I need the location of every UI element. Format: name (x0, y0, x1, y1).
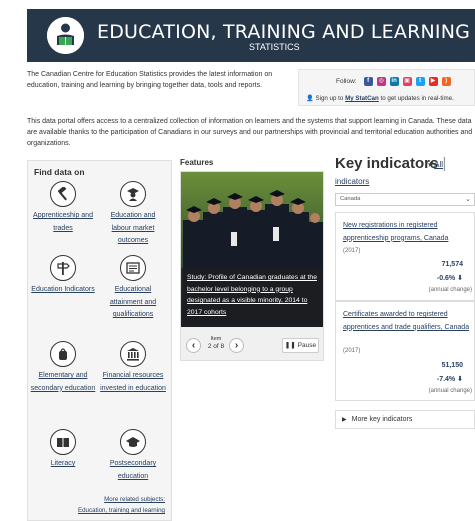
all-indicators-link-line2[interactable]: indicators (335, 177, 369, 186)
signpost-icon (50, 255, 76, 281)
find-data-label[interactable]: Education and labour market outcomes (100, 210, 166, 248)
previous-item-button[interactable]: ‹ (186, 338, 201, 353)
find-data-label[interactable]: Elementary and secondary education (30, 370, 96, 395)
signup-text: 👤 Sign up to My StatCan to get updates i… (306, 94, 454, 102)
page-subtitle: STATISTICS (249, 42, 300, 52)
item-count: 2 of 8 (207, 343, 225, 350)
chevron-down-icon: ⌄ (465, 196, 471, 203)
social-links: Follow: f ◎ in ▣ t ▶ ) (336, 77, 451, 86)
indicator-card: New registrations in registered apprenti… (335, 212, 475, 301)
bank-icon (120, 341, 146, 367)
book-icon (50, 429, 76, 455)
page-title: EDUCATION, TRAINING AND LEARNING (97, 21, 471, 43)
mystatcan-link[interactable]: My StatCan (345, 95, 379, 102)
find-data-label[interactable]: Financial resources invested in educatio… (100, 370, 166, 395)
find-data-label[interactable]: Literacy (30, 458, 96, 471)
features-heading: Features (180, 158, 214, 167)
find-data-label[interactable]: Apprenticeship and trades (30, 210, 96, 235)
rss-icon[interactable]: ) (441, 77, 451, 86)
indicator-year: (2017) (343, 248, 361, 254)
find-data-item-elementary[interactable]: Elementary and secondary education (30, 341, 96, 395)
pause-button[interactable]: ❚❚ Pause (282, 338, 319, 353)
find-data-label[interactable]: Education Indicators (30, 284, 96, 297)
all-indicators-link[interactable]: ★All (427, 160, 443, 169)
find-data-label[interactable]: Postsecondary education (100, 458, 166, 483)
find-data-label[interactable]: Educational attainment and qualification… (100, 284, 166, 322)
indicator-link[interactable]: Certificates awarded to registered appre… (343, 309, 475, 334)
instagram-icon[interactable]: ◎ (376, 77, 386, 86)
indicator-value: 71,574 (441, 261, 463, 268)
signup-suffix: to get updates in real-time. (380, 95, 454, 102)
intro-text: The Canadian Centre for Education Statis… (27, 71, 273, 89)
backpack-icon (50, 341, 76, 367)
arrow-down-icon: ⬇ (457, 275, 463, 282)
geography-select[interactable]: Canada ⌄ (335, 193, 475, 206)
indicator-change-label: (annual change) (428, 388, 472, 394)
key-indicators-title: Key indicators (335, 155, 439, 172)
pause-icon: ❚❚ (284, 342, 296, 349)
portal-description: This data portal offers access to a cent… (27, 118, 473, 147)
arrow-down-icon: ⬇ (457, 376, 463, 383)
features-carousel: Study: Profile of Canadian graduates at … (180, 171, 324, 361)
twitter-icon[interactable]: t (415, 77, 425, 86)
follow-label: Follow: (336, 78, 357, 85)
find-data-panel: Find data on Apprenticeship and trades E… (27, 160, 172, 521)
mortarboard-icon (120, 429, 146, 455)
find-data-item-apprenticeship[interactable]: Apprenticeship and trades (30, 181, 96, 235)
more-related-subjects-link[interactable]: More related subjects: Education, traini… (78, 494, 165, 516)
youtube-icon[interactable]: ▶ (428, 77, 438, 86)
user-icon: 👤 (306, 95, 314, 102)
pause-label: Pause (297, 342, 317, 349)
indicator-change: -0.6% ⬇ (437, 274, 463, 282)
indicator-change: -7.4% ⬇ (437, 375, 463, 383)
more-key-indicators-label[interactable]: More key indicators (352, 416, 413, 423)
follow-box: Follow: f ◎ in ▣ t ▶ ) 👤 Sign up to My S… (298, 69, 475, 106)
indicator-change-value: -7.4% (436, 376, 456, 383)
next-item-button[interactable]: › (229, 338, 244, 353)
all-label[interactable]: All (434, 160, 443, 169)
geography-value: Canada (340, 196, 361, 202)
find-data-item-attainment[interactable]: Educational attainment and qualification… (100, 255, 166, 322)
indicator-change-label: (annual change) (428, 287, 472, 293)
indicator-card: Certificates awarded to registered appre… (335, 301, 475, 401)
more-related-subject[interactable]: Education, training and learning (78, 505, 165, 516)
indicator-link[interactable]: New registrations in registered apprenti… (343, 220, 475, 245)
more-related-label[interactable]: More related subjects: (78, 494, 165, 505)
indicator-year: (2017) (343, 348, 361, 354)
feature-caption[interactable]: Study: Profile of Canadian graduates at … (181, 268, 323, 327)
indicator-change-value: -0.6% (436, 275, 456, 282)
find-data-heading: Find data on (34, 167, 85, 177)
triangle-right-icon: ▶ (342, 417, 347, 423)
carousel-item-counter: Item 2 of 8 (206, 336, 226, 350)
site-banner: EDUCATION, TRAINING AND LEARNING STATIST… (27, 9, 475, 62)
find-data-item-postsecondary[interactable]: Postsecondary education (100, 429, 166, 483)
find-data-item-financial[interactable]: Financial resources invested in educatio… (100, 341, 166, 395)
feature-caption-link[interactable]: Study: Profile of Canadian graduates at … (187, 274, 317, 316)
flickr-icon[interactable]: ▣ (402, 77, 412, 86)
facebook-icon[interactable]: f (363, 77, 373, 86)
more-key-indicators-toggle[interactable]: ▶ More key indicators (335, 410, 475, 429)
hammer-icon (50, 181, 76, 207)
diploma-icon (120, 255, 146, 281)
item-label: Item (210, 336, 222, 342)
graduate-icon (120, 181, 146, 207)
find-data-item-indicators[interactable]: Education Indicators (30, 255, 96, 297)
carousel-controls: ‹ Item 2 of 8 › ❚❚ Pause (186, 336, 320, 356)
indicator-value: 51,150 (441, 362, 463, 369)
find-data-item-outcomes[interactable]: Education and labour market outcomes (100, 181, 166, 248)
signup-prefix: Sign up to (315, 95, 344, 102)
linkedin-icon[interactable]: in (389, 77, 399, 86)
find-data-item-literacy[interactable]: Literacy (30, 429, 96, 471)
